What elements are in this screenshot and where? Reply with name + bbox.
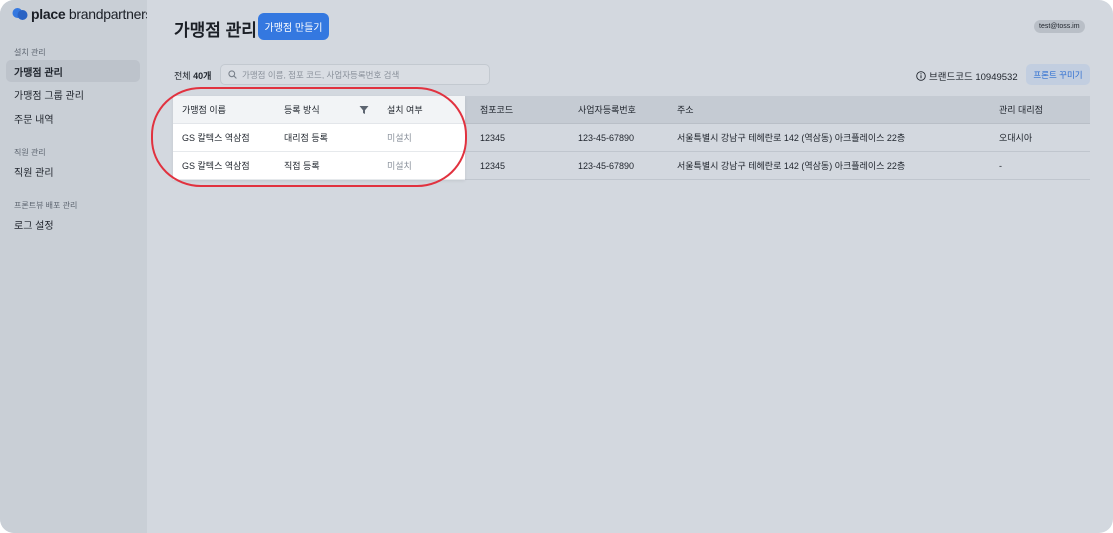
create-store-button[interactable]: 가맹점 만들기 <box>258 13 329 40</box>
sidebar-item-label: 로그 설정 <box>14 220 54 232</box>
sidebar-item-orders[interactable]: 주문 내역 <box>6 107 140 129</box>
app-window: place brandpartners 설치 관리 가맹점 관리 가맹점 그룹 … <box>0 0 1113 533</box>
sidebar-item-label: 직원 관리 <box>14 167 54 179</box>
total-count: 전체 40개 <box>174 71 212 81</box>
cell-business-number: 123-45-67890 <box>578 133 635 143</box>
cell-address: 서울특별시 강남구 테헤란로 142 (역삼동) 아크플레이스 22층 <box>677 133 906 143</box>
sidebar-item-store-management[interactable]: 가맹점 관리 <box>6 60 140 82</box>
column-header-business-number[interactable]: 사업자등록번호 <box>578 96 636 124</box>
logo-icon <box>12 8 28 20</box>
sidebar-item-label: 가맹점 관리 <box>14 67 63 79</box>
brand-logo[interactable]: place brandpartners <box>12 5 147 23</box>
cell-agency: - <box>999 161 1002 171</box>
nav-section-install: 설치 관리 <box>14 48 46 57</box>
user-email-badge[interactable]: test@toss.im <box>1034 20 1085 33</box>
search-icon <box>228 70 237 79</box>
sidebar-item-label: 주문 내역 <box>14 114 54 126</box>
brand-code: 브랜드코드 10949532 <box>916 69 1018 83</box>
logo-text: place brandpartners <box>31 6 147 22</box>
sidebar-item-log-settings[interactable]: 로그 설정 <box>6 213 140 235</box>
cell-address: 서울특별시 강남구 테헤란로 142 (역삼동) 아크플레이스 22층 <box>677 161 906 171</box>
sidebar: place brandpartners 설치 관리 가맹점 관리 가맹점 그룹 … <box>0 0 147 533</box>
search-input[interactable] <box>242 69 482 80</box>
cell-agency: 오대시아 <box>999 133 1033 143</box>
page-title: 가맹점 관리 <box>174 21 257 40</box>
sidebar-item-staff[interactable]: 직원 관리 <box>6 160 140 182</box>
cell-store-code: 12345 <box>480 133 506 143</box>
brand-code-label: 브랜드코드 10949532 <box>929 72 1018 83</box>
nav-section-staff: 직원 관리 <box>14 148 46 157</box>
sidebar-item-store-group[interactable]: 가맹점 그룹 관리 <box>6 83 140 105</box>
column-header-agency[interactable]: 관리 대리점 <box>999 96 1043 124</box>
highlight-ring <box>151 87 467 187</box>
nav-section-frontview: 프론트뷰 배포 관리 <box>14 201 78 210</box>
sidebar-item-label: 가맹점 그룹 관리 <box>14 90 84 102</box>
cell-business-number: 123-45-67890 <box>578 161 635 171</box>
info-icon <box>916 71 926 81</box>
front-customize-button[interactable]: 프론트 꾸미기 <box>1026 64 1090 85</box>
column-header-store-code[interactable]: 점포코드 <box>480 96 513 124</box>
cell-store-code: 12345 <box>480 161 506 171</box>
column-header-address[interactable]: 주소 <box>677 96 694 124</box>
search-box[interactable] <box>220 64 490 85</box>
